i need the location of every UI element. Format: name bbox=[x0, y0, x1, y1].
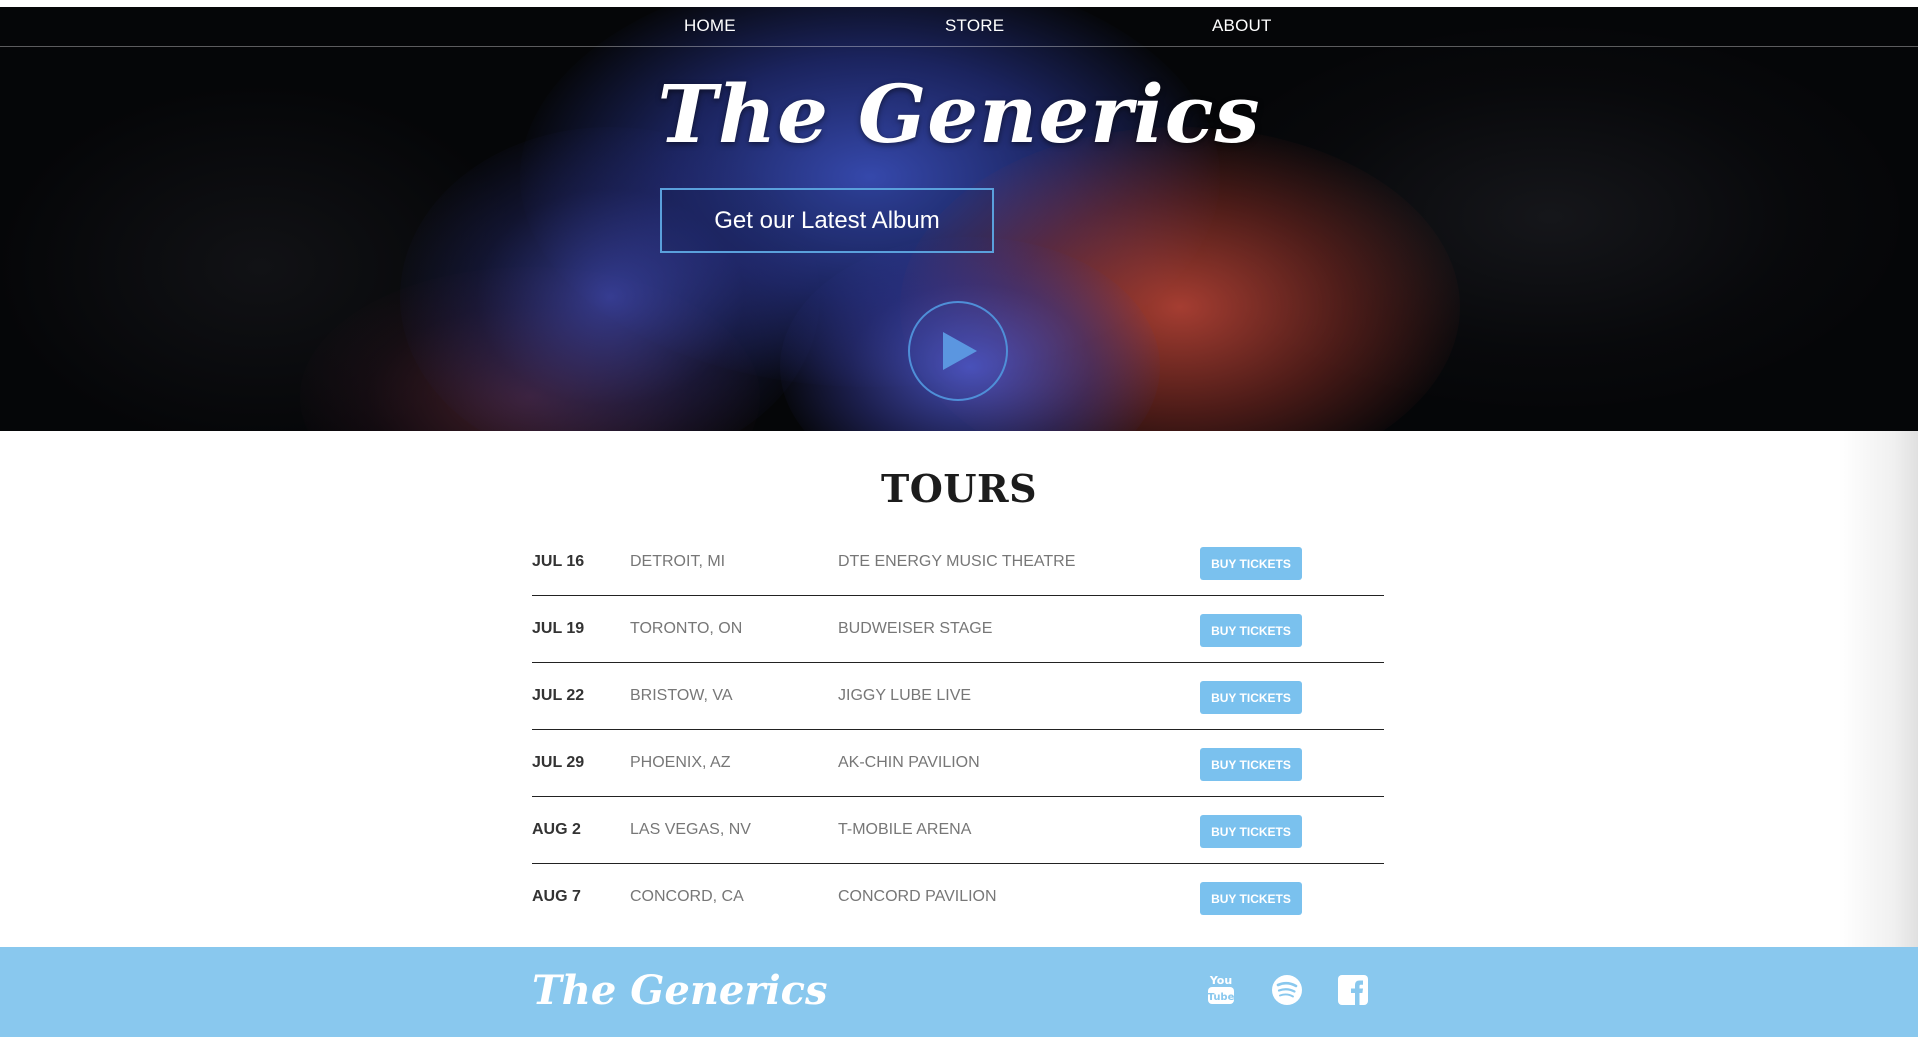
tours-list: JUL 16 DETROIT, MI DTE ENERGY MUSIC THEA… bbox=[532, 529, 1384, 931]
tour-city: TORONTO, ON bbox=[630, 620, 743, 637]
buy-tickets-button[interactable]: BUY TICKETS bbox=[1200, 748, 1302, 781]
buy-tickets-button[interactable]: BUY TICKETS bbox=[1200, 681, 1302, 714]
page-edge-shadow bbox=[1838, 431, 1918, 947]
tour-venue: CONCORD PAVILION bbox=[838, 888, 997, 905]
svg-text:Tube: Tube bbox=[1208, 992, 1235, 1003]
tour-date: JUL 22 bbox=[532, 687, 585, 704]
tour-venue: JIGGY LUBE LIVE bbox=[838, 687, 972, 704]
tour-date: JUL 19 bbox=[532, 620, 585, 637]
play-button[interactable] bbox=[908, 301, 1008, 401]
play-icon bbox=[943, 332, 977, 370]
tour-row: JUL 16 DETROIT, MI DTE ENERGY MUSIC THEA… bbox=[532, 529, 1384, 596]
buy-tickets-button[interactable]: BUY TICKETS bbox=[1200, 815, 1302, 848]
tour-venue: DTE ENERGY MUSIC THEATRE bbox=[838, 553, 1076, 570]
spotify-icon[interactable] bbox=[1270, 973, 1304, 1007]
nav-home-link[interactable]: HOME bbox=[684, 16, 736, 36]
facebook-icon[interactable] bbox=[1336, 973, 1370, 1007]
footer-logo: The Generics bbox=[532, 967, 828, 1014]
buy-tickets-button[interactable]: BUY TICKETS bbox=[1200, 614, 1302, 647]
tour-venue: BUDWEISER STAGE bbox=[838, 620, 993, 637]
hero-banner: HOME STORE ABOUT The Generics Get our La… bbox=[0, 7, 1918, 431]
tour-row: JUL 29 PHOENIX, AZ AK-CHIN PAVILION BUY … bbox=[532, 730, 1384, 797]
tour-city: CONCORD, CA bbox=[630, 888, 744, 905]
tour-date: AUG 2 bbox=[532, 821, 581, 838]
top-navigation: HOME STORE ABOUT bbox=[0, 7, 1918, 47]
buy-tickets-button[interactable]: BUY TICKETS bbox=[1200, 882, 1302, 915]
youtube-icon[interactable]: You Tube bbox=[1204, 973, 1238, 1007]
nav-about-link[interactable]: ABOUT bbox=[1212, 16, 1272, 36]
tour-city: PHOENIX, AZ bbox=[630, 754, 731, 771]
footer: The Generics You Tube bbox=[0, 947, 1918, 1037]
tour-row: JUL 22 BRISTOW, VA JIGGY LUBE LIVE BUY T… bbox=[532, 663, 1384, 730]
tour-row: AUG 2 LAS VEGAS, NV T-MOBILE ARENA BUY T… bbox=[532, 797, 1384, 864]
tour-date: JUL 29 bbox=[532, 754, 585, 771]
tour-city: BRISTOW, VA bbox=[630, 687, 733, 704]
tour-row: AUG 7 CONCORD, CA CONCORD PAVILION BUY T… bbox=[532, 864, 1384, 931]
tour-venue: AK-CHIN PAVILION bbox=[838, 754, 980, 771]
nav-store-link[interactable]: STORE bbox=[945, 16, 1004, 36]
tour-city: LAS VEGAS, NV bbox=[630, 821, 751, 838]
latest-album-button[interactable]: Get our Latest Album bbox=[660, 188, 994, 253]
svg-text:You: You bbox=[1209, 974, 1232, 987]
tour-date: JUL 16 bbox=[532, 553, 585, 570]
tour-row: JUL 19 TORONTO, ON BUDWEISER STAGE BUY T… bbox=[532, 596, 1384, 663]
tours-heading: TOURS bbox=[880, 466, 1038, 511]
band-title: The Generics bbox=[657, 67, 1261, 161]
tour-date: AUG 7 bbox=[532, 888, 581, 905]
buy-tickets-button[interactable]: BUY TICKETS bbox=[1200, 547, 1302, 580]
tour-venue: T-MOBILE ARENA bbox=[838, 821, 972, 838]
page: HOME STORE ABOUT The Generics Get our La… bbox=[0, 0, 1918, 1055]
tour-city: DETROIT, MI bbox=[630, 553, 726, 570]
